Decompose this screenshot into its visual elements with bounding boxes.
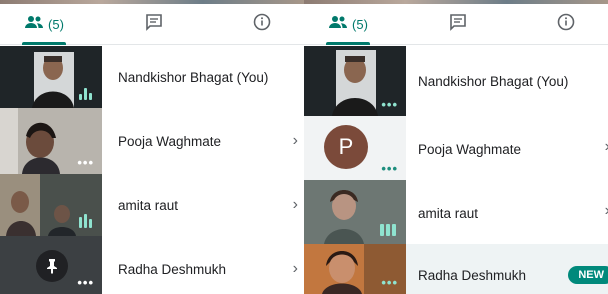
people-count: (5) [48,16,64,32]
participant-video: ••• [304,46,406,116]
participant-name: Nandkishor Bhagat (You) [118,70,269,85]
participant-name: Radha Deshmukh [418,268,527,283]
chat-icon [449,13,467,36]
participant-video [0,174,102,236]
participant-name: Pooja Waghmate [118,134,222,149]
participant-video [0,46,102,108]
tab-people[interactable]: (5) [318,4,378,44]
participant-name: amita raut [418,206,479,221]
participants-panel-left: (5) Nandkishor Bhagat (You) ••• Pooja Wa… [0,0,304,294]
active-tab-indicator [326,42,370,45]
more-dots-icon[interactable]: ••• [381,276,398,289]
participant-row[interactable]: amita raut › [304,180,608,244]
tab-chat[interactable] [130,4,178,44]
participant-video [304,180,406,244]
people-count: (5) [352,16,368,32]
tab-people[interactable]: (5) [14,4,74,44]
participant-row[interactable]: amita raut › [0,174,304,236]
pin-icon[interactable] [36,250,68,282]
audio-level-icon [79,214,92,228]
info-icon [557,13,575,36]
tab-chat[interactable] [434,4,482,44]
participant-row[interactable]: ••• Radha Deshmukh NEW [304,244,608,294]
avatar: P [324,125,368,169]
info-icon [253,13,271,36]
participants-panel-right: (5) ••• Nandkishor Bhagat (You) P ••• Po… [304,0,608,294]
chevron-right-icon[interactable]: › [293,196,298,214]
chevron-right-icon[interactable]: › [293,132,298,150]
audio-level-icon [380,224,396,236]
tab-info[interactable] [238,4,286,44]
participant-video: P ••• [304,116,406,180]
tab-bar: (5) [304,4,608,45]
participant-name: Pooja Waghmate [418,142,522,157]
participant-row[interactable]: ••• Pooja Waghmate › [0,108,304,174]
participant-video: ••• [0,108,102,174]
participant-name: Nandkishor Bhagat (You) [418,74,569,89]
chevron-right-icon[interactable]: › [293,260,298,278]
participant-row[interactable]: P ••• Pooja Waghmate › [304,116,608,180]
participant-name: amita raut [118,198,179,213]
participant-row[interactable]: ••• Radha Deshmukh › [0,236,304,294]
more-dots-icon[interactable]: ••• [77,276,94,289]
participant-video: ••• [0,236,102,294]
new-badge: NEW [568,266,608,284]
participant-video: ••• [304,244,406,294]
tab-info[interactable] [542,4,590,44]
people-icon [24,15,44,34]
active-tab-indicator [22,42,66,45]
audio-level-icon [79,88,92,100]
participant-name: Radha Deshmukh [118,262,227,277]
more-dots-icon[interactable]: ••• [77,156,94,169]
more-dots-icon[interactable]: ••• [381,162,398,175]
chat-icon [145,13,163,36]
tab-bar: (5) [0,4,304,45]
more-dots-icon[interactable]: ••• [381,98,398,111]
participant-row[interactable]: ••• Nandkishor Bhagat (You) [304,46,608,116]
people-icon [328,15,348,34]
participant-row[interactable]: Nandkishor Bhagat (You) [0,46,304,108]
